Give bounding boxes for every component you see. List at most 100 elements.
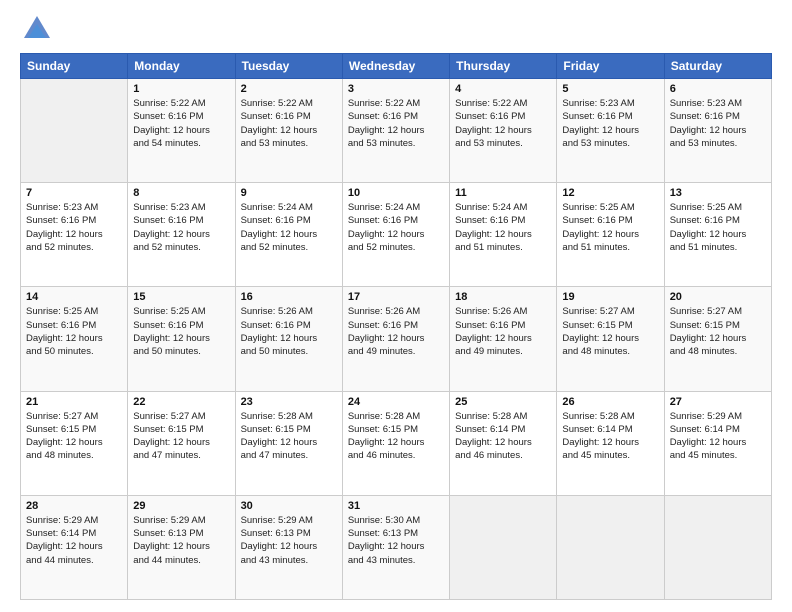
- calendar-cell: 13 Sunrise: 5:25 AM Sunset: 6:16 PM Dayli…: [664, 183, 771, 287]
- day-info: Sunrise: 5:27 AM Sunset: 6:15 PM Dayligh…: [26, 410, 122, 463]
- day-number: 1: [133, 83, 229, 95]
- calendar-week-2: 7 Sunrise: 5:23 AM Sunset: 6:16 PM Daylig…: [21, 183, 772, 287]
- calendar-week-4: 21 Sunrise: 5:27 AM Sunset: 6:15 PM Dayli…: [21, 391, 772, 495]
- day-number: 14: [26, 291, 122, 303]
- calendar-cell: 4 Sunrise: 5:22 AM Sunset: 6:16 PM Daylig…: [450, 79, 557, 183]
- calendar-cell: 9 Sunrise: 5:24 AM Sunset: 6:16 PM Daylig…: [235, 183, 342, 287]
- calendar-cell: 2 Sunrise: 5:22 AM Sunset: 6:16 PM Daylig…: [235, 79, 342, 183]
- day-info: Sunrise: 5:23 AM Sunset: 6:16 PM Dayligh…: [26, 201, 122, 254]
- calendar-cell: 25Sunrise: 5:28 AM Sunset: 6:14 PM Dayli…: [450, 391, 557, 495]
- day-info: Sunrise: 5:22 AM Sunset: 6:16 PM Dayligh…: [241, 97, 337, 150]
- day-info: Sunrise: 5:29 AM Sunset: 6:13 PM Dayligh…: [241, 514, 337, 567]
- day-number: 16: [241, 291, 337, 303]
- day-info: Sunrise: 5:24 AM Sunset: 6:16 PM Dayligh…: [348, 201, 444, 254]
- day-info: Sunrise: 5:26 AM Sunset: 6:16 PM Dayligh…: [455, 305, 551, 358]
- day-number: 20: [670, 291, 766, 303]
- calendar-cell: 28 Sunrise: 5:29 AM Sunset: 6:14 PM Dayli…: [21, 495, 128, 599]
- day-info: Sunrise: 5:22 AM Sunset: 6:16 PM Dayligh…: [348, 97, 444, 150]
- calendar-cell: 14 Sunrise: 5:25 AM Sunset: 6:16 PM Dayli…: [21, 287, 128, 391]
- day-info: Sunrise: 5:24 AM Sunset: 6:16 PM Dayligh…: [241, 201, 337, 254]
- day-number: 27: [670, 396, 766, 408]
- day-info: Sunrise: 5:26 AM Sunset: 6:16 PM Dayligh…: [241, 305, 337, 358]
- calendar-cell: [557, 495, 664, 599]
- day-number: 17: [348, 291, 444, 303]
- calendar-cell: 12Sunrise: 5:25 AM Sunset: 6:16 PM Dayli…: [557, 183, 664, 287]
- day-info: Sunrise: 5:29 AM Sunset: 6:14 PM Dayligh…: [670, 410, 766, 463]
- day-number: 18: [455, 291, 551, 303]
- day-number: 23: [241, 396, 337, 408]
- day-number: 13: [670, 187, 766, 199]
- calendar-cell: 15 Sunrise: 5:25 AM Sunset: 6:16 PM Dayli…: [128, 287, 235, 391]
- calendar-cell: 5 Sunrise: 5:23 AM Sunset: 6:16 PM Daylig…: [557, 79, 664, 183]
- calendar-cell: 20Sunrise: 5:27 AM Sunset: 6:15 PM Dayli…: [664, 287, 771, 391]
- day-number: 12: [562, 187, 658, 199]
- calendar-cell: [664, 495, 771, 599]
- header-row: SundayMondayTuesdayWednesdayThursdayFrid…: [21, 54, 772, 79]
- day-header-thursday: Thursday: [450, 54, 557, 79]
- day-header-sunday: Sunday: [21, 54, 128, 79]
- day-number: 31: [348, 500, 444, 512]
- day-number: 2: [241, 83, 337, 95]
- day-info: Sunrise: 5:28 AM Sunset: 6:15 PM Dayligh…: [348, 410, 444, 463]
- calendar-cell: 8 Sunrise: 5:23 AM Sunset: 6:16 PM Daylig…: [128, 183, 235, 287]
- day-number: 29: [133, 500, 229, 512]
- day-header-tuesday: Tuesday: [235, 54, 342, 79]
- day-info: Sunrise: 5:29 AM Sunset: 6:13 PM Dayligh…: [133, 514, 229, 567]
- day-header-friday: Friday: [557, 54, 664, 79]
- day-info: Sunrise: 5:28 AM Sunset: 6:15 PM Dayligh…: [241, 410, 337, 463]
- day-number: 22: [133, 396, 229, 408]
- day-number: 24: [348, 396, 444, 408]
- day-header-monday: Monday: [128, 54, 235, 79]
- day-number: 9: [241, 187, 337, 199]
- calendar-cell: 26Sunrise: 5:28 AM Sunset: 6:14 PM Dayli…: [557, 391, 664, 495]
- day-info: Sunrise: 5:27 AM Sunset: 6:15 PM Dayligh…: [133, 410, 229, 463]
- calendar-cell: 31 Sunrise: 5:30 AM Sunset: 6:13 PM Dayli…: [342, 495, 449, 599]
- day-info: Sunrise: 5:27 AM Sunset: 6:15 PM Dayligh…: [562, 305, 658, 358]
- day-number: 21: [26, 396, 122, 408]
- calendar-cell: 3 Sunrise: 5:22 AM Sunset: 6:16 PM Daylig…: [342, 79, 449, 183]
- day-header-wednesday: Wednesday: [342, 54, 449, 79]
- calendar-cell: 27 Sunrise: 5:29 AM Sunset: 6:14 PM Dayli…: [664, 391, 771, 495]
- calendar-week-5: 28 Sunrise: 5:29 AM Sunset: 6:14 PM Dayli…: [21, 495, 772, 599]
- day-info: Sunrise: 5:23 AM Sunset: 6:16 PM Dayligh…: [562, 97, 658, 150]
- day-number: 5: [562, 83, 658, 95]
- calendar-cell: 19Sunrise: 5:27 AM Sunset: 6:15 PM Dayli…: [557, 287, 664, 391]
- day-number: 25: [455, 396, 551, 408]
- day-info: Sunrise: 5:25 AM Sunset: 6:16 PM Dayligh…: [26, 305, 122, 358]
- day-number: 3: [348, 83, 444, 95]
- day-number: 11: [455, 187, 551, 199]
- calendar-cell: 22 Sunrise: 5:27 AM Sunset: 6:15 PM Dayli…: [128, 391, 235, 495]
- calendar-table: SundayMondayTuesdayWednesdayThursdayFrid…: [20, 53, 772, 600]
- day-number: 6: [670, 83, 766, 95]
- day-number: 28: [26, 500, 122, 512]
- day-number: 30: [241, 500, 337, 512]
- calendar-cell: [21, 79, 128, 183]
- calendar-week-3: 14 Sunrise: 5:25 AM Sunset: 6:16 PM Dayli…: [21, 287, 772, 391]
- day-info: Sunrise: 5:28 AM Sunset: 6:14 PM Dayligh…: [562, 410, 658, 463]
- day-info: Sunrise: 5:29 AM Sunset: 6:14 PM Dayligh…: [26, 514, 122, 567]
- calendar-cell: 1 Sunrise: 5:22 AM Sunset: 6:16 PM Daylig…: [128, 79, 235, 183]
- calendar-cell: 29 Sunrise: 5:29 AM Sunset: 6:13 PM Dayli…: [128, 495, 235, 599]
- day-header-saturday: Saturday: [664, 54, 771, 79]
- day-info: Sunrise: 5:22 AM Sunset: 6:16 PM Dayligh…: [455, 97, 551, 150]
- logo: [20, 16, 50, 43]
- day-info: Sunrise: 5:26 AM Sunset: 6:16 PM Dayligh…: [348, 305, 444, 358]
- day-number: 15: [133, 291, 229, 303]
- logo-icon: [24, 16, 50, 43]
- day-info: Sunrise: 5:23 AM Sunset: 6:16 PM Dayligh…: [670, 97, 766, 150]
- day-info: Sunrise: 5:30 AM Sunset: 6:13 PM Dayligh…: [348, 514, 444, 567]
- calendar-cell: 24 Sunrise: 5:28 AM Sunset: 6:15 PM Dayli…: [342, 391, 449, 495]
- calendar-cell: 6 Sunrise: 5:23 AM Sunset: 6:16 PM Daylig…: [664, 79, 771, 183]
- calendar-cell: 18 Sunrise: 5:26 AM Sunset: 6:16 PM Dayli…: [450, 287, 557, 391]
- day-info: Sunrise: 5:22 AM Sunset: 6:16 PM Dayligh…: [133, 97, 229, 150]
- day-info: Sunrise: 5:25 AM Sunset: 6:16 PM Dayligh…: [133, 305, 229, 358]
- day-number: 8: [133, 187, 229, 199]
- day-number: 7: [26, 187, 122, 199]
- day-info: Sunrise: 5:24 AM Sunset: 6:16 PM Dayligh…: [455, 201, 551, 254]
- day-number: 4: [455, 83, 551, 95]
- calendar-week-1: 1 Sunrise: 5:22 AM Sunset: 6:16 PM Daylig…: [21, 79, 772, 183]
- header: [20, 16, 772, 43]
- day-info: Sunrise: 5:23 AM Sunset: 6:16 PM Dayligh…: [133, 201, 229, 254]
- day-info: Sunrise: 5:25 AM Sunset: 6:16 PM Dayligh…: [670, 201, 766, 254]
- calendar-cell: 17 Sunrise: 5:26 AM Sunset: 6:16 PM Dayli…: [342, 287, 449, 391]
